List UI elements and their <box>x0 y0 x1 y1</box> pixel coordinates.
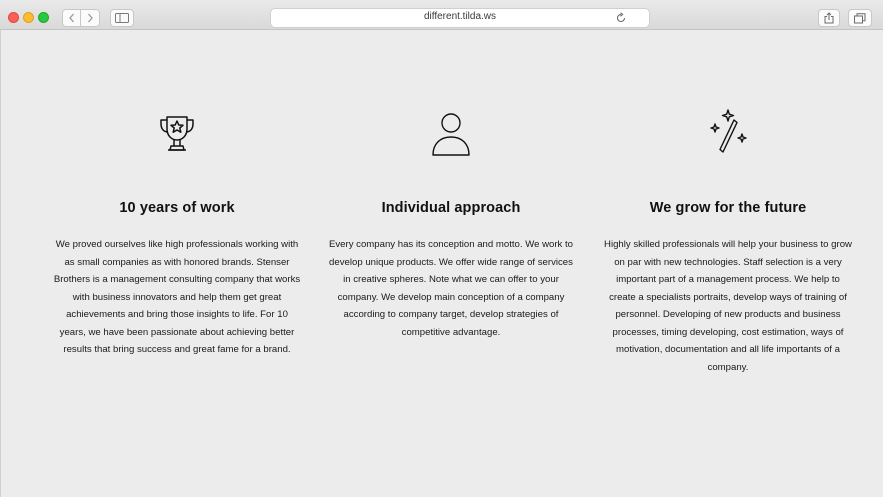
browser-toolbar: different.tilda.ws <box>0 0 883 30</box>
back-button[interactable] <box>62 9 81 27</box>
reload-icon[interactable] <box>615 12 627 24</box>
person-icon <box>432 113 470 156</box>
sidebar-icon <box>115 13 129 23</box>
url-text: different.tilda.ws <box>423 11 497 22</box>
chevron-left-icon <box>68 13 74 23</box>
close-window-button[interactable] <box>8 12 19 23</box>
minimize-window-button[interactable] <box>23 12 34 23</box>
forward-button[interactable] <box>81 9 100 27</box>
feature-title: We grow for the future <box>649 200 807 216</box>
tabs-icon <box>854 12 866 23</box>
share-icon <box>824 12 834 24</box>
sidebar-toggle-button[interactable] <box>110 9 134 27</box>
tab-overview-button[interactable] <box>848 9 872 27</box>
zoom-window-button[interactable] <box>38 12 49 23</box>
magic-wand-icon <box>710 109 747 153</box>
share-button[interactable] <box>818 9 840 27</box>
page-content: 10 years of work We proved ourselves lik… <box>0 30 883 497</box>
feature-title: 10 years of work <box>119 200 235 216</box>
chevron-right-icon <box>88 13 93 23</box>
browser-window: different.tilda.ws 10 years of work We p… <box>0 0 883 497</box>
feature-description: We proved ourselves like high profession… <box>53 239 301 355</box>
address-bar[interactable]: different.tilda.ws <box>270 8 650 28</box>
feature-description: Highly skilled professionals will help y… <box>604 239 852 373</box>
trophy-icon <box>160 116 194 151</box>
feature-title: Individual approach <box>381 200 521 216</box>
feature-description: Every company has its conception and mot… <box>328 239 574 338</box>
